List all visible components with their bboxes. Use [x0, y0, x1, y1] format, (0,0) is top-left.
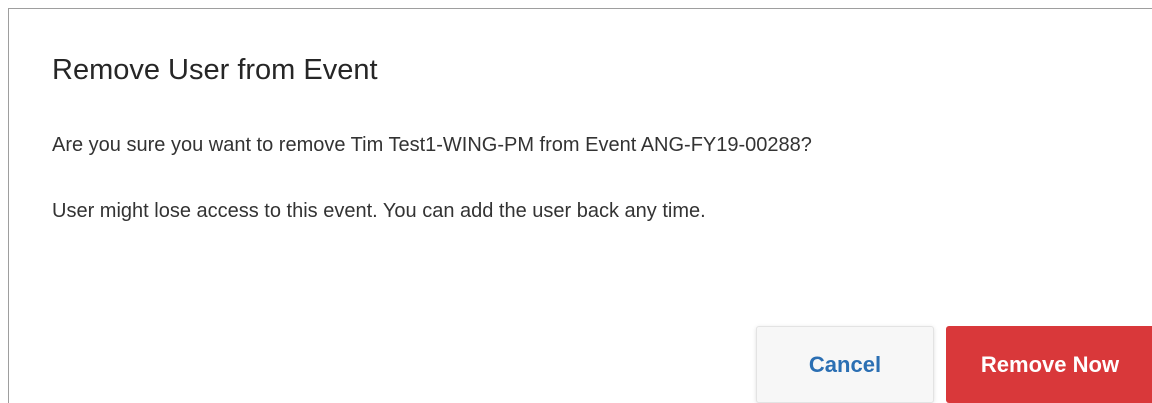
cancel-button[interactable]: Cancel — [756, 326, 934, 403]
warning-message: User might lose access to this event. Yo… — [52, 200, 706, 222]
dialog-body: Are you sure you want to remove Tim Test… — [52, 133, 1142, 223]
remove-user-dialog: Remove User from Event Are you sure you … — [8, 8, 1152, 403]
confirmation-message: Are you sure you want to remove Tim Test… — [52, 134, 812, 156]
dialog-title: Remove User from Event — [52, 54, 378, 86]
dialog-actions: Cancel Remove Now — [756, 326, 1152, 403]
remove-now-button[interactable]: Remove Now — [946, 326, 1152, 403]
modal-backdrop: Remove User from Event Are you sure you … — [0, 0, 1152, 403]
